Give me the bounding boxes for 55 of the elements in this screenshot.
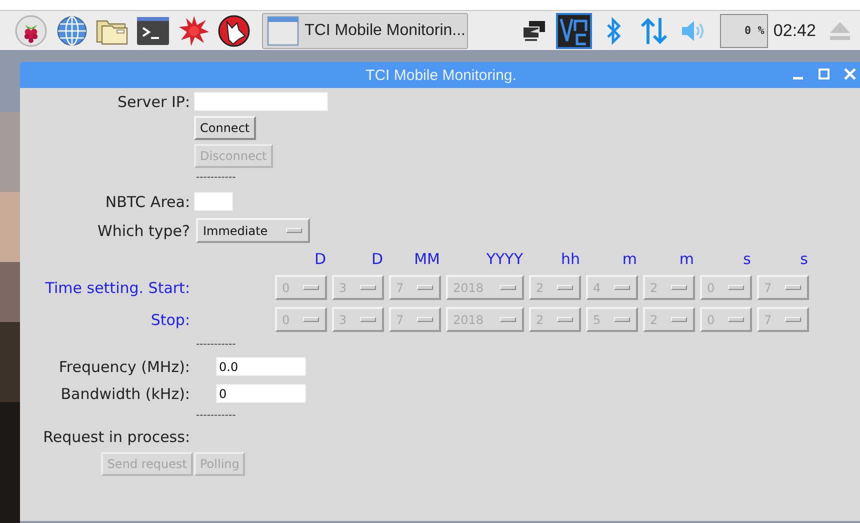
separator-text: -----------	[196, 410, 236, 421]
row-label: Stop:	[150, 310, 190, 328]
clock: 02:42	[773, 20, 816, 40]
option-indicator-icon	[557, 317, 573, 322]
option-indicator-icon	[417, 317, 433, 322]
option-indicator-icon	[671, 317, 687, 322]
server-ip-field[interactable]	[194, 92, 328, 111]
option-indicator-icon	[417, 285, 433, 290]
remote-desktop-icon[interactable]	[554, 12, 594, 48]
column-heading: m	[621, 250, 638, 268]
column-heading: D	[370, 250, 384, 268]
field-label: Request in process:	[43, 428, 190, 446]
option-indicator-icon	[785, 317, 801, 322]
column-heading: s	[742, 250, 752, 268]
field-label: NBTC Area:	[105, 192, 190, 210]
row-label: Time setting. Start:	[45, 278, 190, 296]
raspberry-icon[interactable]	[14, 12, 49, 48]
field-label: Bandwidth (kHz):	[60, 384, 190, 402]
separator-text: -----------	[196, 339, 236, 350]
nbtc-area-field[interactable]	[194, 192, 233, 211]
window-icon	[266, 16, 299, 46]
column-heading: D	[313, 250, 327, 268]
taskbar-window-button[interactable]: TCI Mobile Monitorin...	[262, 12, 468, 48]
window-title: TCI Mobile Monitoring.	[366, 66, 516, 84]
option-indicator-icon	[303, 285, 319, 290]
cpu-monitor: 0 %	[720, 14, 768, 48]
field-label: Which type?	[98, 222, 190, 240]
option-indicator-icon	[500, 317, 516, 322]
connect-button[interactable]: Connect	[194, 116, 256, 140]
column-heading: MM	[413, 250, 441, 268]
maximize-icon[interactable]	[818, 68, 830, 80]
type-dropdown[interactable]: Immediate	[196, 218, 310, 243]
option-indicator-icon	[728, 317, 744, 322]
option-indicator-icon	[614, 285, 630, 290]
option-indicator-icon	[500, 285, 516, 290]
option-indicator-icon	[671, 285, 687, 290]
separator-text: -----------	[196, 172, 236, 183]
column-heading: s	[799, 250, 809, 268]
close-icon[interactable]	[844, 68, 856, 80]
column-heading: m	[678, 250, 695, 268]
option-indicator-icon	[360, 285, 376, 290]
option-indicator-icon	[557, 285, 573, 290]
bandwidth-field[interactable]: 0	[216, 384, 306, 403]
frequency-field[interactable]: 0.0	[216, 357, 306, 376]
field-label: Server IP:	[118, 92, 190, 110]
option-indicator-icon	[614, 317, 630, 322]
column-heading: YYYY	[485, 250, 524, 268]
field-label: Frequency (MHz):	[58, 358, 190, 376]
option-indicator-icon	[785, 285, 801, 290]
option-indicator-icon	[728, 285, 744, 290]
column-heading: hh	[560, 250, 581, 268]
option-indicator-icon	[286, 228, 302, 233]
wolf-icon[interactable]	[216, 12, 252, 48]
option-indicator-icon	[360, 317, 376, 322]
option-indicator-icon	[303, 317, 319, 322]
